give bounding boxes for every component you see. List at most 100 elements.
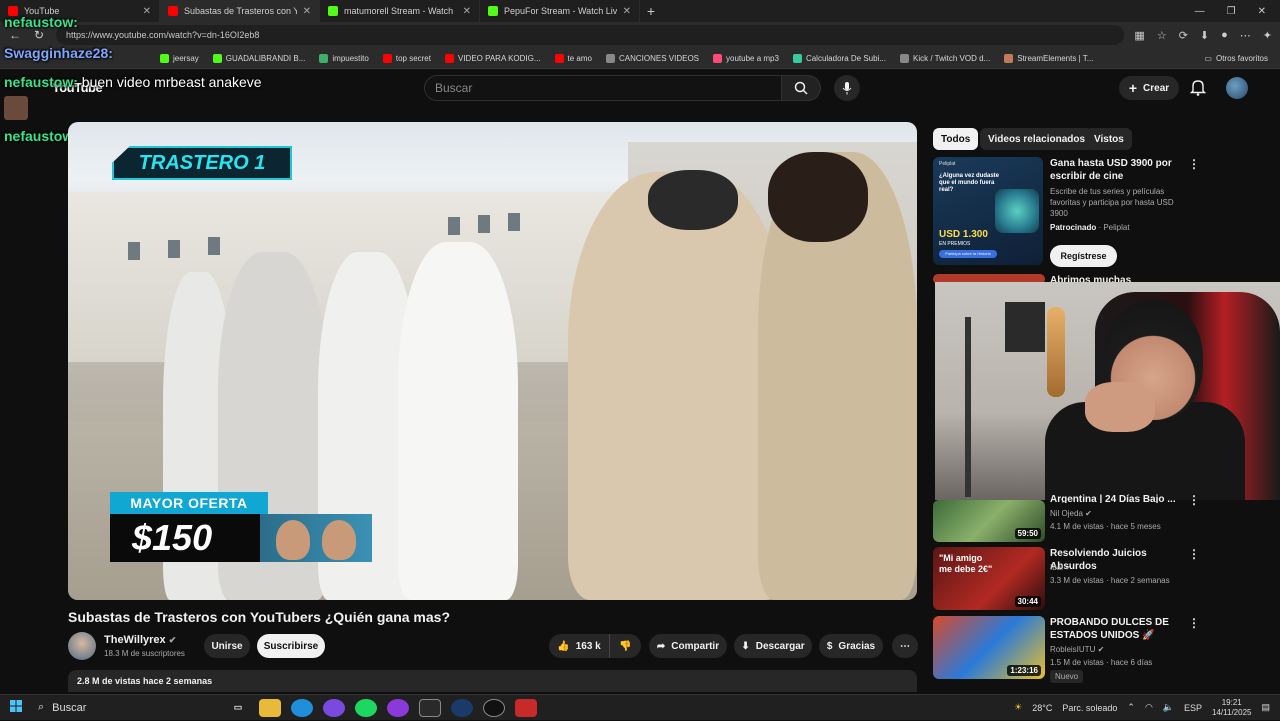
video-channel[interactable]: Ibai ✔ (1050, 562, 1072, 573)
chat-line: nefaustow: buen video mrbeast anakeve (4, 74, 262, 90)
bookmark-icon (713, 53, 723, 63)
search-input[interactable]: Buscar (424, 75, 782, 101)
join-button[interactable]: Unirse (204, 634, 250, 658)
video-menu-icon[interactable]: ⋮ (1188, 493, 1200, 507)
chip-all[interactable]: Todos (933, 128, 979, 150)
face-shape (276, 520, 310, 560)
wifi-icon[interactable]: ◠ (1145, 702, 1153, 713)
system-tray: ☀ 28°C Parc. soleado ⌃ ◠ 🔈 ESP 19:21 14/1… (1014, 697, 1270, 718)
spotify-icon[interactable] (355, 698, 377, 717)
video-title[interactable]: PROBANDO DULCES DE ESTADOS UNIDOS 🚀 (1050, 616, 1170, 642)
back-icon[interactable]: ← (8, 28, 22, 42)
close-window-icon[interactable]: ✕ (1258, 6, 1266, 17)
video-channel[interactable]: RobleisIUTU ✔ (1050, 644, 1104, 655)
bookmark-item[interactable]: youtube a mp3 (713, 53, 779, 63)
video-title[interactable]: Argentina | 24 Días Bajo ... (1050, 493, 1180, 503)
chevron-up-icon[interactable]: ⌃ (1127, 702, 1135, 713)
thumbs-down-icon: 👎 (619, 640, 632, 652)
video-meta: 1.5 M de vistas · hace 6 días (1050, 658, 1153, 667)
close-tab-icon[interactable]: ✕ (143, 6, 151, 17)
new-tab-button[interactable]: + (640, 3, 662, 19)
more-actions-button[interactable]: ⋯ (892, 634, 918, 658)
bookmark-item[interactable]: Kick / Twitch VOD d... (900, 53, 990, 63)
hair-shape (768, 152, 868, 242)
youtube-icon (554, 53, 564, 63)
dislike-button[interactable]: 👎 (609, 634, 641, 658)
new-badge: Nuevo (1050, 670, 1084, 683)
video-player[interactable]: TRASTERO 1 MAYOR OFERTA $150 (68, 122, 917, 600)
canva-icon[interactable] (387, 698, 409, 717)
start-button[interactable] (0, 699, 32, 717)
more-icon[interactable]: ⋯ (1240, 29, 1251, 42)
steam-icon[interactable] (451, 698, 473, 717)
description-box[interactable]: 2.8 M de vistas hace 2 semanas (68, 670, 917, 692)
app-icon[interactable] (515, 698, 537, 717)
bookmark-item[interactable]: impuestito (319, 53, 369, 63)
epic-games-icon[interactable] (419, 698, 441, 717)
channel-name[interactable]: TheWillyrex ✔ (104, 634, 176, 646)
bookmark-item[interactable]: CANCIONES VIDEOS (606, 53, 699, 63)
voice-search-button[interactable] (834, 75, 860, 101)
notifications-button[interactable] (1189, 78, 1207, 101)
plus-icon: + (1128, 80, 1138, 96)
like-button[interactable]: 👍 163 k (549, 634, 609, 658)
bookmark-item[interactable]: StreamElements | T... (1004, 53, 1093, 63)
browser-tab-2[interactable]: matumorell Stream - Watch ✕ (320, 0, 480, 22)
chip-watched[interactable]: Vistos (1086, 128, 1132, 150)
video-thumbnail[interactable]: 59:50 (933, 500, 1045, 542)
extensions-icon[interactable]: ⟳ (1179, 29, 1188, 42)
face-shape (322, 520, 356, 560)
messenger-icon[interactable] (323, 698, 345, 717)
video-menu-icon[interactable]: ⋮ (1188, 547, 1200, 561)
search-button[interactable] (781, 75, 821, 101)
close-tab-icon[interactable]: ✕ (623, 6, 631, 17)
ad-menu-icon[interactable]: ⋮ (1188, 157, 1200, 171)
channel-avatar[interactable] (68, 632, 96, 660)
ad-title[interactable]: Gana hasta USD 3900 por escribir de cine (1050, 157, 1180, 183)
app-grid-icon[interactable]: ▦ (1134, 29, 1144, 42)
subscribe-button[interactable]: Suscribirse (257, 634, 325, 658)
taskbar-search[interactable]: ⌕ Buscar (32, 695, 222, 721)
edge-icon[interactable] (291, 698, 313, 717)
bookmark-item[interactable]: jeersay (160, 53, 199, 63)
clock[interactable]: 19:21 14/11/2025 (1212, 698, 1251, 718)
bookmark-item[interactable]: te amo (554, 53, 592, 63)
video-thumbnail[interactable]: 1:23:16 (933, 616, 1045, 679)
share-button[interactable]: ➦ Compartir (649, 634, 727, 658)
browser-tab-1[interactable]: Subastas de Trasteros con Yo ✕ (160, 0, 320, 22)
chip-related[interactable]: Videos relacionados (980, 128, 1094, 150)
bookmark-item[interactable]: VIDEO PARA KODIG... (444, 53, 541, 63)
close-tab-icon[interactable]: ✕ (303, 6, 311, 17)
download-button[interactable]: ⬇ Descargar (734, 634, 812, 658)
video-thumbnail[interactable]: "Mi amigo me debe 2€" 30:44 (933, 547, 1045, 610)
browser-tab-3[interactable]: PepuFor Stream - Watch Live ✕ (480, 0, 640, 22)
account-avatar[interactable] (1226, 77, 1248, 99)
notifications-icon[interactable]: ▤ (1261, 702, 1270, 713)
profile-icon[interactable]: ● (1221, 29, 1228, 42)
verified-icon: ✔ (168, 635, 177, 645)
close-tab-icon[interactable]: ✕ (463, 6, 471, 17)
search-icon: ⌕ (38, 701, 45, 713)
star-icon[interactable]: ☆ (1157, 29, 1167, 42)
maximize-icon[interactable]: ❐ (1227, 6, 1236, 17)
reload-icon[interactable]: ↻ (32, 28, 46, 42)
windows-taskbar: ⌕ Buscar ▭ ☀ 28°C Parc. soleado ⌃ ◠ 🔈 ESP… (0, 694, 1280, 720)
video-channel[interactable]: Nil Ojeda ✔ (1050, 508, 1092, 519)
minimize-icon[interactable]: — (1195, 6, 1205, 17)
ad-thumbnail[interactable]: Peliplat ¿Alguna vez dudaste que el mund… (933, 157, 1043, 265)
task-view-icon[interactable]: ▭ (227, 699, 249, 717)
register-button[interactable]: Regístrese (1050, 245, 1117, 267)
video-menu-icon[interactable]: ⋮ (1188, 616, 1200, 630)
obs-icon[interactable] (483, 698, 505, 717)
bookmark-item[interactable]: Calculadora De Subi... (792, 53, 886, 63)
create-button[interactable]: + Crear (1119, 76, 1179, 100)
file-explorer-icon[interactable] (259, 698, 281, 717)
bookmark-item[interactable]: GUADALIBRANDI B... (212, 53, 305, 63)
copilot-icon[interactable]: ✦ (1263, 29, 1272, 42)
url-field[interactable]: https://www.youtube.com/watch?v=dn-16OI2… (56, 25, 1125, 45)
bookmark-item[interactable]: top secret (382, 53, 431, 63)
volume-icon[interactable]: 🔈 (1163, 702, 1174, 713)
thanks-button[interactable]: $ Gracias (819, 634, 883, 658)
other-bookmarks[interactable]: ▭ Otros favoritos (1204, 54, 1280, 63)
download-icon[interactable]: ⬇ (1200, 29, 1209, 42)
